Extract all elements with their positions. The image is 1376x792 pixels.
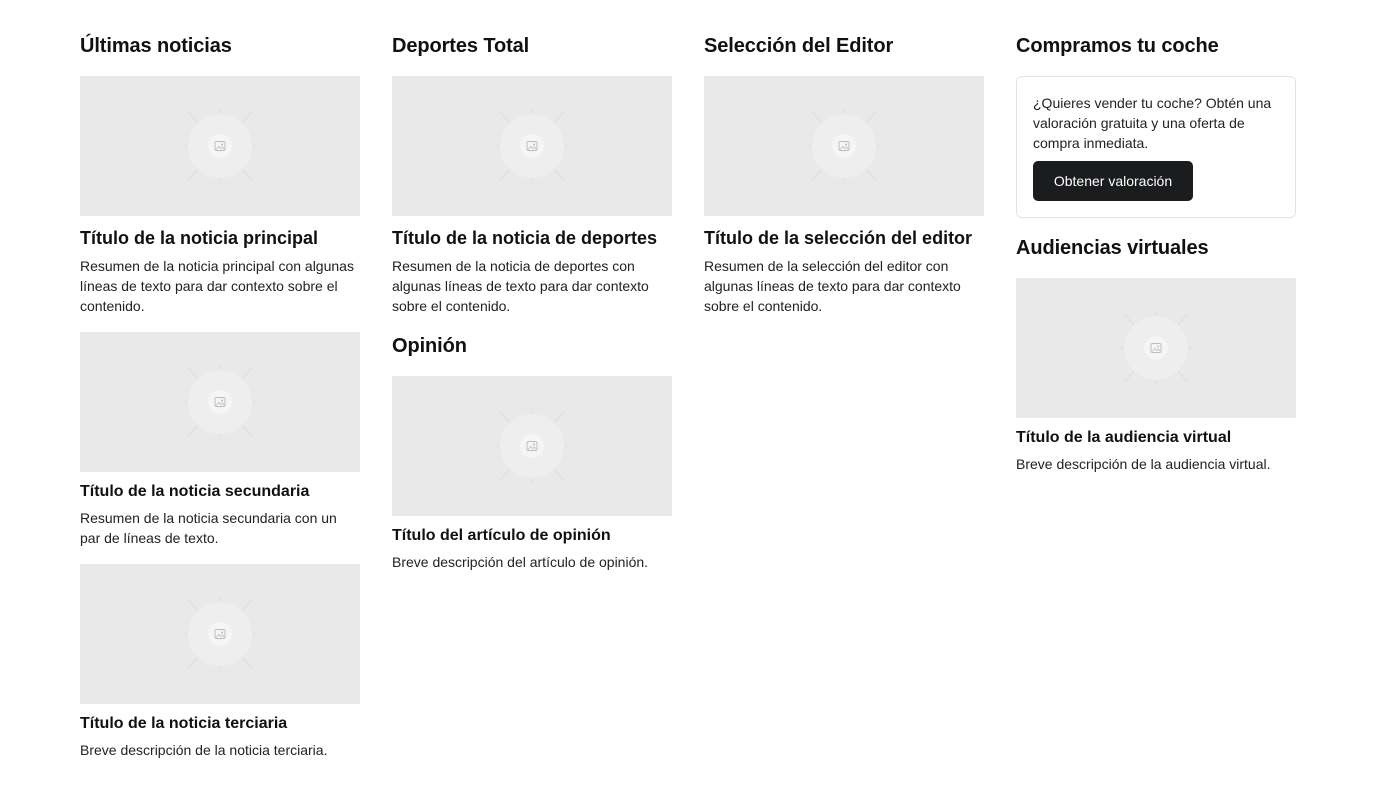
tertiary-news-image[interactable] xyxy=(80,564,360,704)
main-news-summary: Resumen de la noticia principal con algu… xyxy=(80,258,354,314)
editor-heading: Selección del Editor xyxy=(704,35,894,57)
image-placeholder-icon xyxy=(80,332,360,472)
virtual-audience-image[interactable] xyxy=(1016,278,1296,418)
image-placeholder-icon xyxy=(392,76,672,216)
secondary-news-title[interactable]: Título de la noticia secundaria xyxy=(80,481,309,503)
get-valuation-button[interactable]: Obtener valoración xyxy=(1033,161,1193,201)
main-news-title[interactable]: Título de la noticia principal xyxy=(80,227,318,249)
sports-heading: Deportes Total xyxy=(392,35,530,57)
image-placeholder-icon xyxy=(392,376,672,516)
editor-pick-summary: Resumen de la selección del editor con a… xyxy=(704,258,961,314)
opinion-article-summary: Breve descripción del artículo de opinió… xyxy=(392,554,649,570)
sports-news-image[interactable] xyxy=(392,76,672,216)
virtual-audience-title[interactable]: Título de la audiencia virtual xyxy=(1016,427,1231,449)
buy-car-text: ¿Quieres vender tu coche? Obtén una valo… xyxy=(1033,95,1272,151)
tertiary-news-summary: Breve descripción de la noticia terciari… xyxy=(80,742,328,758)
buy-car-heading: Compramos tu coche xyxy=(1016,35,1219,57)
buy-car-card: ¿Quieres vender tu coche? Obtén una valo… xyxy=(1016,76,1296,218)
image-placeholder-icon xyxy=(704,76,984,216)
opinion-article-title[interactable]: Título del artículo de opinión xyxy=(392,525,611,547)
secondary-news-image[interactable] xyxy=(80,332,360,472)
virtual-audiences-heading: Audiencias virtuales xyxy=(1016,237,1209,259)
virtual-audience-summary: Breve descripción de la audiencia virtua… xyxy=(1016,456,1271,472)
latest-news-heading: Últimas noticias xyxy=(80,35,232,57)
image-placeholder-icon xyxy=(1016,278,1296,418)
sports-news-title[interactable]: Título de la noticia de deportes xyxy=(392,227,657,249)
image-placeholder-icon xyxy=(80,76,360,216)
editor-pick-title[interactable]: Título de la selección del editor xyxy=(704,227,972,249)
editor-pick-image[interactable] xyxy=(704,76,984,216)
secondary-news-summary: Resumen de la noticia secundaria con un … xyxy=(80,510,337,546)
opinion-heading: Opinión xyxy=(392,335,467,357)
sports-news-summary: Resumen de la noticia de deportes con al… xyxy=(392,258,649,314)
opinion-article-image[interactable] xyxy=(392,376,672,516)
tertiary-news-title[interactable]: Título de la noticia terciaria xyxy=(80,713,287,735)
image-placeholder-icon xyxy=(80,564,360,704)
main-news-image[interactable] xyxy=(80,76,360,216)
